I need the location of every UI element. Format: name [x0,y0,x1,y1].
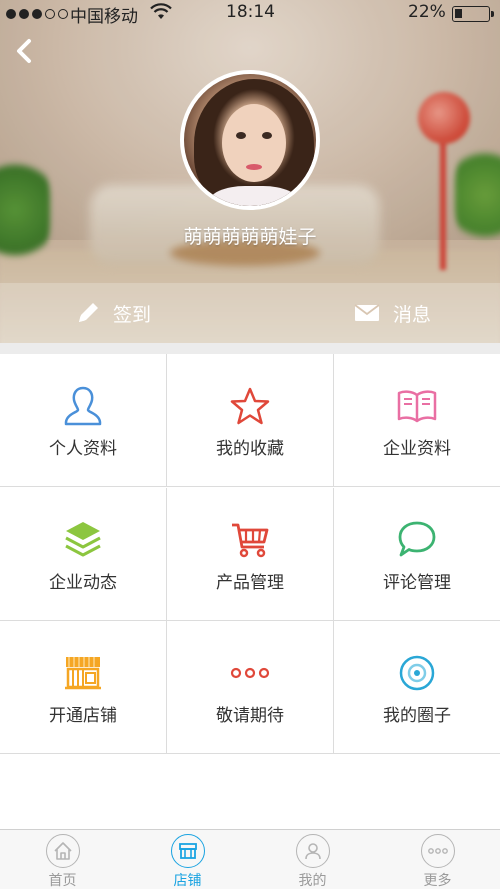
menu-item-label: 我的圈子 [383,706,451,726]
menu-item-favorites[interactable]: 我的收藏 [167,354,334,487]
wifi-icon [150,3,172,26]
menu-item-company-info[interactable]: 企业资料 [334,354,500,487]
store-icon [61,651,105,695]
tab-shop[interactable]: 店铺 [125,834,250,889]
bottom-tab-bar: 首页 店铺 我的 更多 [0,829,500,889]
menu-item-coming-soon[interactable]: 敬请期待 [167,621,334,754]
menu-grid: 个人资料 我的收藏 企业资料 企业动态 产品管理 评论管理 开通店铺 敬请期待 … [0,354,500,754]
menu-item-label: 企业动态 [49,573,117,593]
home-icon [45,834,80,868]
signal-strength-icon [6,4,68,24]
menu-item-product-management[interactable]: 产品管理 [167,488,334,621]
menu-item-label: 敬请期待 [216,706,284,726]
pencil-icon [79,303,98,322]
menu-item-label: 产品管理 [216,573,284,593]
tab-label: 更多 [423,873,452,889]
profile-username: 萌萌萌萌萌娃子 [183,226,317,248]
message-label: 消息 [393,303,432,326]
menu-item-comment-management[interactable]: 评论管理 [334,488,500,621]
menu-item-label: 企业资料 [383,439,451,459]
avatar-lip [246,164,262,170]
star-icon [228,384,272,428]
message-button[interactable]: 消息 [353,283,431,343]
battery-icon [452,6,494,22]
menu-item-label: 评论管理 [383,573,451,593]
avatar[interactable] [180,70,320,210]
carrier-name: 中国移动 [70,7,138,27]
cart-icon [228,518,272,562]
status-time: 18:14 [226,2,275,22]
tab-label: 我的 [298,873,327,889]
chevron-left-icon [17,39,31,63]
checkin-label: 签到 [113,303,152,326]
tab-home[interactable]: 首页 [0,834,125,889]
chat-bubble-icon [395,518,439,562]
circle-target-icon [395,651,439,695]
envelope-icon [354,304,380,321]
status-bar: 中国移动 18:14 22% [0,0,500,28]
menu-item-open-store[interactable]: 开通店铺 [0,621,167,754]
avatar-eye [236,132,246,139]
menu-item-label: 个人资料 [49,439,117,459]
user-icon [295,834,330,868]
more-icon [420,834,455,868]
tab-label: 首页 [48,873,77,889]
tab-mine[interactable]: 我的 [250,834,375,889]
section-divider [0,343,500,354]
tab-label: 店铺 [173,873,202,889]
avatar-face [222,104,286,182]
layers-icon [61,518,105,562]
action-bar: 签到 消息 [0,283,500,343]
avatar-eye [262,132,272,139]
shop-icon [170,834,205,868]
battery-percentage: 22% [408,2,446,22]
book-icon [395,384,439,428]
more-dots-icon [228,651,272,695]
checkin-button[interactable]: 签到 [75,283,151,343]
tab-more[interactable]: 更多 [375,834,500,889]
person-icon [61,384,105,428]
menu-item-profile[interactable]: 个人资料 [0,354,167,487]
menu-item-label: 我的收藏 [216,439,284,459]
menu-item-company-news[interactable]: 企业动态 [0,488,167,621]
back-button[interactable] [8,34,42,68]
menu-item-label: 开通店铺 [49,706,117,726]
menu-item-my-circle[interactable]: 我的圈子 [334,621,500,754]
